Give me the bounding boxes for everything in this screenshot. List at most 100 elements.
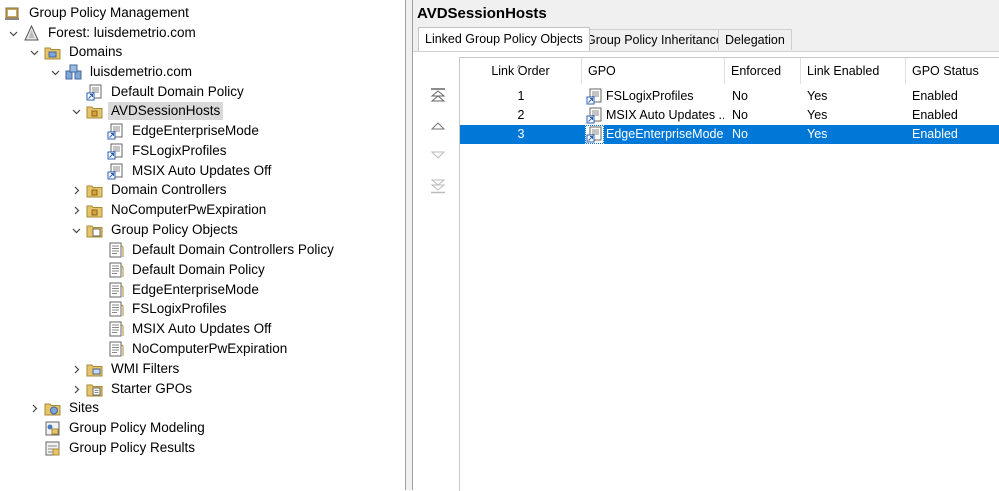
cell-link-order: 1 [517,89,525,103]
cell-link-order: 3 [517,127,525,141]
wmi-folder-icon [86,361,103,378]
tree-node-domain-controllers[interactable]: Domain Controllers [86,180,230,200]
move-bottom-button[interactable] [427,175,449,197]
tree-label: MSIX Auto Updates Off [132,163,272,178]
table-row[interactable]: 1 FSLogixProfiles No Yes Enabled [460,87,999,106]
move-up-button[interactable] [427,115,449,137]
tab-gp-inheritance[interactable]: Group Policy Inheritance [579,29,730,50]
gpo-icon [107,282,124,299]
tree-node-edge-link[interactable]: EdgeEnterpriseMode [107,121,262,141]
cell-enforced: No [732,127,748,141]
expand-chevron-icon[interactable] [71,185,81,195]
gpo-icon [107,341,124,358]
gpo-icon [107,242,124,259]
tree-node-gp-modeling[interactable]: Group Policy Modeling [44,418,208,438]
column-header-gpo-status[interactable]: GPO Status [906,58,999,84]
details-pane: AVDSessionHosts Linked Group Policy Obje… [413,0,999,491]
ou-icon [86,103,103,120]
cell-link-order: 2 [517,108,525,122]
collapse-chevron-icon[interactable] [71,225,81,235]
expand-chevron-icon[interactable] [29,403,39,413]
tree-node-gpo-msix[interactable]: MSIX Auto Updates Off [107,319,274,339]
column-header-gpo[interactable]: GPO [582,58,725,84]
tree-node-gpm[interactable]: Group Policy Management [4,3,192,23]
tree-label: Starter GPOs [111,381,193,396]
tree-node-gpo-default-dc-policy[interactable]: Default Domain Controllers Policy [107,240,337,260]
move-down-button[interactable] [427,144,449,166]
tree-node-msix-link[interactable]: MSIX Auto Updates Off [107,161,274,181]
move-top-button[interactable] [427,84,449,106]
gpm-console-icon [4,5,21,22]
tree-label: EdgeEnterpriseMode [132,282,259,297]
tree-node-domains[interactable]: Domains [44,42,125,62]
cell-gpo: MSIX Auto Updates ... [606,108,724,122]
tree-node-wmi-filters[interactable]: WMI Filters [86,359,182,379]
modeling-icon [44,420,61,437]
expand-chevron-icon[interactable] [71,205,81,215]
forest-icon [23,24,40,42]
column-header-link-enabled[interactable]: Link Enabled [801,58,906,84]
details-header: AVDSessionHosts [413,0,999,28]
tab-content: ^ Link Order GPO Enforced Link Enabled G… [413,52,999,491]
tree-label: Forest: luisdemetrio.com [48,25,196,40]
page-title: AVDSessionHosts [417,5,547,22]
tree-label: Group Policy Management [29,5,189,20]
tree-node-sites[interactable]: Sites [44,398,102,418]
expand-chevron-icon[interactable] [71,364,81,374]
column-header-enforced[interactable]: Enforced [725,58,801,84]
tree-label: Domains [69,44,123,59]
tree-node-domain[interactable]: luisdemetrio.com [65,62,195,82]
tree-node-starter-gpos[interactable]: Starter GPOs [86,379,195,399]
gpo-link-icon [86,84,103,101]
sites-icon [44,400,61,417]
tree-node-default-domain-policy-link[interactable]: Default Domain Policy [86,82,247,102]
cell-gpo: EdgeEnterpriseMode [606,127,724,141]
tree-node-gpo-default-domain-policy[interactable]: Default Domain Policy [107,260,268,280]
cell-enforced: No [732,89,748,103]
move-up-icon [430,122,446,130]
cell-gpo-status: Enabled [912,89,958,103]
tab-delegation[interactable]: Delegation [718,29,792,50]
sort-ascending-icon: ^ [517,64,521,73]
collapse-chevron-icon[interactable] [29,47,39,57]
column-header-link-order[interactable]: ^ Link Order [460,58,582,84]
gpo-link-icon [586,88,603,105]
gpo-link-icon [107,123,124,140]
tree-node-gpo-nocomputerpwexpiration[interactable]: NoComputerPwExpiration [107,339,290,359]
cell-enforced: No [732,108,748,122]
gpo-link-icon [585,125,604,144]
gpo-icon [107,262,124,279]
domain-icon [65,64,82,81]
tree-label: AVDSessionHosts [108,102,224,120]
tree-node-gp-results[interactable]: Group Policy Results [44,438,198,458]
tree-node-avdsessionhosts[interactable]: AVDSessionHosts [86,101,224,121]
collapse-chevron-icon[interactable] [50,67,60,77]
tab-linked-gpos[interactable]: Linked Group Policy Objects [418,27,590,51]
cell-gpo: FSLogixProfiles [606,89,694,103]
console-tree: Group Policy Management Forest: luisdeme… [0,0,405,490]
tree-label: Group Policy Objects [111,222,238,237]
tree-label: FSLogixProfiles [132,143,227,158]
gpo-link-icon [586,107,603,124]
table-row[interactable]: 2 MSIX Auto Updates ... No Yes Enabled [460,106,999,125]
collapse-chevron-icon[interactable] [8,28,18,38]
cell-gpo-status: Enabled [912,108,958,122]
tree-node-nocomputerpwexpiration-ou[interactable]: NoComputerPwExpiration [86,200,269,220]
tree-label: Group Policy Modeling [69,420,205,435]
collapse-chevron-icon[interactable] [71,106,81,116]
tree-node-forest[interactable]: Forest: luisdemetrio.com [23,23,199,43]
table-row-selected[interactable]: 3 EdgeEnterpriseMode No Yes Enabled [460,125,999,144]
tree-node-gpo-fslogix[interactable]: FSLogixProfiles [107,299,230,319]
expand-chevron-icon[interactable] [71,384,81,394]
starter-folder-icon [86,381,103,398]
tree-label: Default Domain Policy [132,262,265,277]
tree-label: luisdemetrio.com [90,64,193,79]
move-down-icon [430,151,446,159]
tree-node-gpo-edge[interactable]: EdgeEnterpriseMode [107,280,262,300]
pane-splitter[interactable] [405,0,413,490]
tree-label: EdgeEnterpriseMode [132,123,259,138]
tree-node-group-policy-objects[interactable]: Group Policy Objects [86,220,241,240]
tree-label: NoComputerPwExpiration [111,202,267,217]
tree-node-fslogix-link[interactable]: FSLogixProfiles [107,141,230,161]
tree-label: MSIX Auto Updates Off [132,321,272,336]
